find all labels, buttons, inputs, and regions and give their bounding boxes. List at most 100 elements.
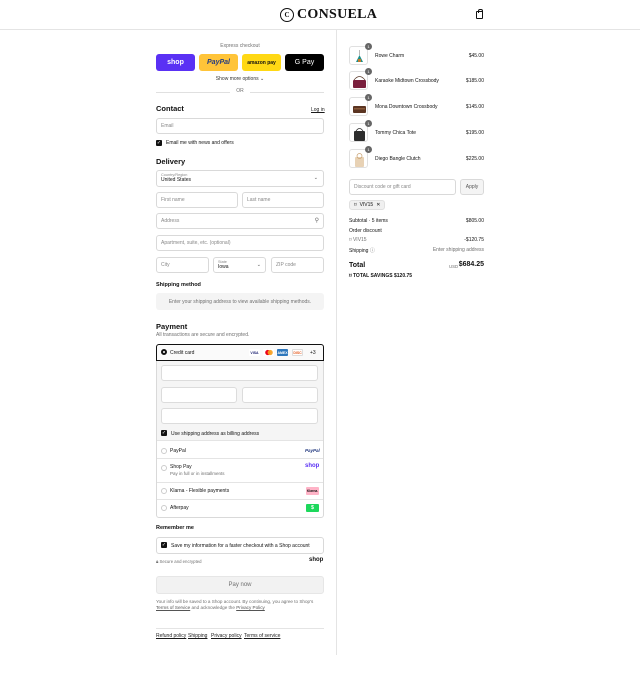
email-field[interactable]: Email — [156, 118, 324, 134]
pay-now-button[interactable]: Pay now — [156, 576, 324, 594]
discount-value: -$120.75 — [464, 237, 484, 243]
mastercard-circles — [264, 349, 273, 356]
visa-icon: VISA — [249, 349, 260, 356]
brand-logo[interactable]: C CONSUELA — [280, 7, 377, 23]
first-name-field[interactable]: First name — [156, 192, 238, 208]
discount-code-line: ⌑ VIV15 — [349, 237, 367, 243]
shop-pay-button[interactable]: shop — [156, 54, 195, 71]
express-checkout-title: Express checkout — [220, 43, 260, 49]
shop-pay-option-label[interactable]: Shop Pay — [170, 464, 192, 470]
country-select[interactable]: Country/Region United States ⌄ — [156, 170, 324, 187]
lock-icon: 🔒︎ — [156, 559, 159, 564]
google-pay-button[interactable]: G Pay — [285, 54, 324, 71]
tag-icon: ⌑ — [349, 237, 352, 243]
card-name-input[interactable] — [161, 408, 318, 424]
card-expiry-input[interactable] — [161, 387, 237, 403]
discount-tag: ⌑ VIV15 ✕ — [349, 200, 386, 210]
legal-line-1: Your info will be saved to a Shop accoun… — [156, 599, 314, 604]
login-link[interactable]: Log in — [311, 107, 325, 113]
brand-name: CONSUELA — [297, 7, 378, 22]
item-price: $195.00 — [465, 130, 484, 136]
or-text: OR — [236, 88, 244, 94]
amex-icon: AMEX — [277, 349, 288, 356]
payment-subtitle: All transactions are secure and encrypte… — [156, 332, 250, 338]
item-name: Rowe Charm — [375, 53, 405, 59]
mastercard-icon — [263, 349, 274, 356]
shipping-method-title: Shipping method — [156, 282, 201, 288]
divider — [157, 458, 323, 459]
privacy-link[interactable]: Privacy Policy — [236, 605, 265, 610]
footer-shipping-link[interactable]: Shipping — [188, 633, 207, 639]
subtotal-label: Subtotal · 5 items — [349, 218, 388, 224]
city-field[interactable]: City — [156, 257, 209, 273]
zip-placeholder: ZIP code — [276, 262, 296, 268]
column-divider — [336, 30, 337, 655]
clutch-bag-icon — [355, 153, 364, 167]
delivery-title: Delivery — [156, 157, 186, 166]
afterpay-option-label[interactable]: Afterpay — [170, 505, 189, 511]
search-icon: ⚲ — [314, 218, 319, 224]
news-checkbox[interactable]: ✓ — [156, 140, 162, 146]
payment-title: Payment — [156, 322, 188, 331]
charm-icon — [356, 50, 363, 62]
address-field[interactable]: Address ⚲ — [156, 213, 324, 229]
shop-logo: shop — [309, 557, 324, 563]
billing-label: Use shipping address as billing address — [171, 431, 260, 437]
state-select[interactable]: State Iowa ⌄ — [213, 257, 266, 273]
info-icon[interactable]: ⓘ — [370, 248, 375, 254]
remember-label: Save my information for a faster checkou… — [171, 543, 310, 549]
shopping-bag-icon[interactable] — [476, 9, 483, 19]
savings-value: $120.75 — [394, 273, 413, 279]
divider — [157, 499, 323, 500]
discover-icon: DISC — [292, 349, 303, 356]
shipping-value: Enter shipping address — [432, 247, 484, 253]
chevron-down-icon: ⌄ — [313, 175, 318, 181]
paypal-option-label[interactable]: PayPal — [170, 448, 186, 454]
paypal-radio[interactable] — [161, 448, 167, 454]
afterpay-badge: $ — [306, 504, 319, 512]
total-label: Total — [349, 262, 366, 269]
shop-pay-radio[interactable] — [161, 465, 167, 471]
crossbody-bag-icon — [353, 76, 366, 88]
close-icon[interactable]: ✕ — [376, 202, 380, 208]
apartment-field[interactable]: Apartment, suite, etc. (optional) — [156, 235, 324, 251]
klarna-radio[interactable] — [161, 488, 167, 494]
card-cvv-input[interactable] — [242, 387, 318, 403]
footer-privacy-link[interactable]: Privacy policy — [211, 633, 242, 639]
discount-tag-label: VIV15 — [359, 202, 374, 208]
terms-link[interactable]: Terms of Service — [156, 605, 190, 610]
klarna-option-label[interactable]: Klarna - Flexible payments — [170, 488, 229, 494]
remember-title: Remember me — [156, 525, 194, 531]
apply-button[interactable]: Apply — [460, 179, 484, 195]
more-cards-count: +3 — [310, 350, 316, 356]
item-price: $145.00 — [465, 104, 484, 110]
tag-icon: ⌑ — [349, 273, 352, 279]
amazon-pay-button[interactable]: amazon pay — [242, 54, 281, 71]
shipping-method-notice: Enter your shipping address to view avai… — [156, 293, 324, 310]
item-qty-badge: 1 — [365, 146, 372, 153]
first-name-placeholder: First name — [161, 197, 185, 203]
show-more-options[interactable]: Show more options ⌄ — [156, 76, 324, 82]
discount-input[interactable]: Discount code or gift card — [349, 179, 456, 195]
item-name: Tommy Chica Tote — [375, 130, 417, 136]
afterpay-radio[interactable] — [161, 505, 167, 511]
zip-field[interactable]: ZIP code — [271, 257, 324, 273]
paypal-button[interactable]: PayPal — [199, 54, 238, 71]
secure-label: Secure and encrypted — [159, 559, 202, 564]
item-name: Diego Bangle Clutch — [375, 156, 421, 162]
remember-checkbox[interactable]: ✓ — [161, 542, 167, 548]
city-placeholder: City — [161, 262, 170, 268]
card-number-input[interactable] — [161, 365, 318, 381]
crossbody-bag-icon — [353, 106, 366, 113]
last-name-field[interactable]: Last name — [242, 192, 324, 208]
show-more-label[interactable]: Show more options — [216, 76, 259, 82]
item-price: $45.00 — [468, 53, 484, 59]
shop-pay-badge: shop — [305, 463, 320, 469]
billing-checkbox[interactable]: ✓ — [161, 430, 167, 436]
footer-refund-link[interactable]: Refund policy — [156, 633, 186, 639]
subtotal-value: $805.00 — [465, 218, 484, 224]
secure-text: 🔒︎ Secure and encrypted — [156, 559, 202, 564]
credit-card-radio[interactable] — [161, 349, 167, 355]
footer-terms-link[interactable]: Terms of service — [244, 633, 280, 639]
klarna-badge: Klarna. — [306, 487, 319, 495]
